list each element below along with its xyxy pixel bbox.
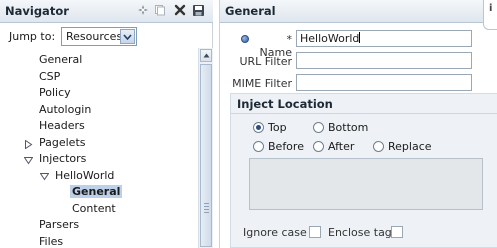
mime-filter-label: MIME Filter <box>232 77 292 90</box>
navigator-panel: Navigator Jump to: Resources General CSP… <box>0 0 213 248</box>
inject-content-textarea[interactable] <box>249 158 483 210</box>
tree-item-pagelets[interactable]: Pagelets <box>39 136 86 149</box>
collapse-icon[interactable] <box>39 171 50 181</box>
grip-line <box>204 206 209 207</box>
tree-item-autologin[interactable]: Autologin <box>39 103 91 116</box>
grip-line <box>204 203 209 204</box>
navigator-title: Navigator <box>5 4 69 18</box>
grip-line <box>204 212 209 213</box>
radio-replace[interactable]: Replace <box>373 140 432 153</box>
scrollbar-thumb[interactable] <box>200 64 212 247</box>
info-corner[interactable]: i <box>483 0 497 30</box>
tree-item-helloworld-content[interactable]: Content <box>72 202 116 215</box>
detail-panel: General i * Name HelloWorld URL Filter M… <box>219 0 497 248</box>
radio-bottom-label: Bottom <box>328 121 369 134</box>
navigator-scrollbar[interactable] <box>198 48 213 248</box>
mime-filter-input[interactable] <box>296 74 472 91</box>
tree-item-headers[interactable]: Headers <box>39 119 85 132</box>
expand-icon[interactable] <box>24 139 33 150</box>
info-icon: i <box>489 3 493 14</box>
jump-to-value: Resources <box>66 30 123 43</box>
tree-item-parsers[interactable]: Parsers <box>39 218 79 231</box>
copy-icon[interactable] <box>153 3 167 17</box>
collapse-icon[interactable] <box>23 155 34 165</box>
url-filter-input[interactable] <box>296 52 472 69</box>
detail-title: General <box>225 4 276 18</box>
radio-dot <box>256 125 261 130</box>
enclose-tag-label: Enclose tag <box>328 226 392 239</box>
chevron-down-icon[interactable] <box>120 29 135 44</box>
scroll-up-icon[interactable] <box>200 49 212 62</box>
radio-top[interactable]: Top <box>253 121 287 134</box>
radio-before-label: Before <box>268 140 304 153</box>
text-cursor <box>359 32 361 43</box>
radio-top-label: Top <box>268 121 287 134</box>
tree-item-helloworld-general[interactable]: General <box>70 185 123 198</box>
enclose-tag-checkbox[interactable] <box>391 226 403 238</box>
radio-replace-label: Replace <box>388 140 432 153</box>
required-icon <box>241 35 249 43</box>
radio-bottom[interactable]: Bottom <box>313 121 368 134</box>
jump-to-select[interactable]: Resources <box>61 27 137 46</box>
inject-location-title: Inject Location <box>237 97 333 111</box>
add-icon[interactable] <box>136 3 150 17</box>
section-divider <box>231 113 497 114</box>
ignore-case-checkbox[interactable] <box>309 226 321 238</box>
tree-item-files[interactable]: Files <box>39 235 63 248</box>
save-icon[interactable] <box>191 3 205 17</box>
inject-location-section: Inject Location Top Bottom Before After … <box>230 93 497 248</box>
radio-button[interactable] <box>253 141 264 152</box>
grip-line <box>204 209 209 210</box>
radio-after-label: After <box>328 140 355 153</box>
radio-button[interactable] <box>373 141 384 152</box>
radio-before[interactable]: Before <box>253 140 304 153</box>
tree-item-helloworld[interactable]: HelloWorld <box>55 169 114 182</box>
tree-item-policy[interactable]: Policy <box>39 86 71 99</box>
tree-item-injectors[interactable]: Injectors <box>39 152 86 165</box>
jump-to-label: Jump to: <box>9 30 56 43</box>
name-input-value: HelloWorld <box>300 32 360 45</box>
ignore-case-label: Ignore case <box>243 226 307 239</box>
tree-item-csp[interactable]: CSP <box>39 70 60 83</box>
delete-icon[interactable] <box>173 3 187 17</box>
radio-button[interactable] <box>313 122 324 133</box>
navigator-header: Navigator <box>0 0 213 23</box>
name-input[interactable]: HelloWorld <box>296 30 472 47</box>
radio-button-selected[interactable] <box>253 122 264 133</box>
radio-after[interactable]: After <box>313 140 354 153</box>
tree-item-general[interactable]: General <box>39 53 82 66</box>
url-filter-label: URL Filter <box>239 55 292 68</box>
detail-header: General <box>220 0 497 23</box>
radio-button[interactable] <box>313 141 324 152</box>
